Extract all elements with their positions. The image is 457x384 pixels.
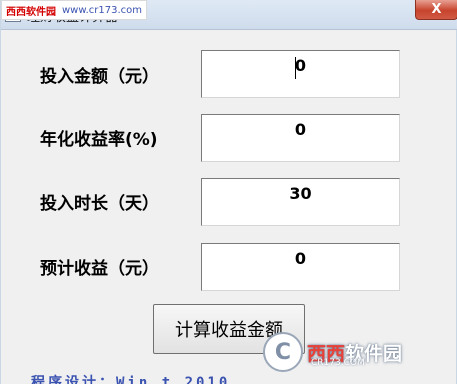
close-button[interactable]: X [415, 0, 457, 20]
watermark-logo-sub: CR173.COM [311, 358, 365, 368]
investment-amount-input[interactable] [201, 50, 400, 98]
watermark-banner: 西西软件园 www.cr173.com [1, 0, 148, 20]
investment-amount-label: 投入金额（元） [40, 67, 159, 87]
expected-return-label: 预计收益（元） [40, 259, 159, 279]
watermark-url: www.cr173.com [62, 4, 143, 16]
app-window: 理财收益计算器 X 西西软件园 www.cr173.com 投入金额（元） 年化… [0, 0, 457, 384]
investment-days-label: 投入时长（天） [40, 194, 159, 214]
annual-rate-label: 年化收益率(%) [40, 130, 158, 150]
investment-days-input[interactable] [201, 178, 400, 226]
annual-rate-input[interactable] [201, 114, 400, 162]
watermark-brand: 西西软件园 [6, 6, 56, 18]
expected-return-output[interactable] [201, 243, 400, 291]
text-caret [295, 57, 296, 79]
watermark-logo-mark: C [263, 332, 303, 372]
watermark-logo: C 西西软件园 CR173.COM [263, 332, 402, 372]
footer-credit: 程序设计：Win.t 2010 [31, 375, 231, 384]
